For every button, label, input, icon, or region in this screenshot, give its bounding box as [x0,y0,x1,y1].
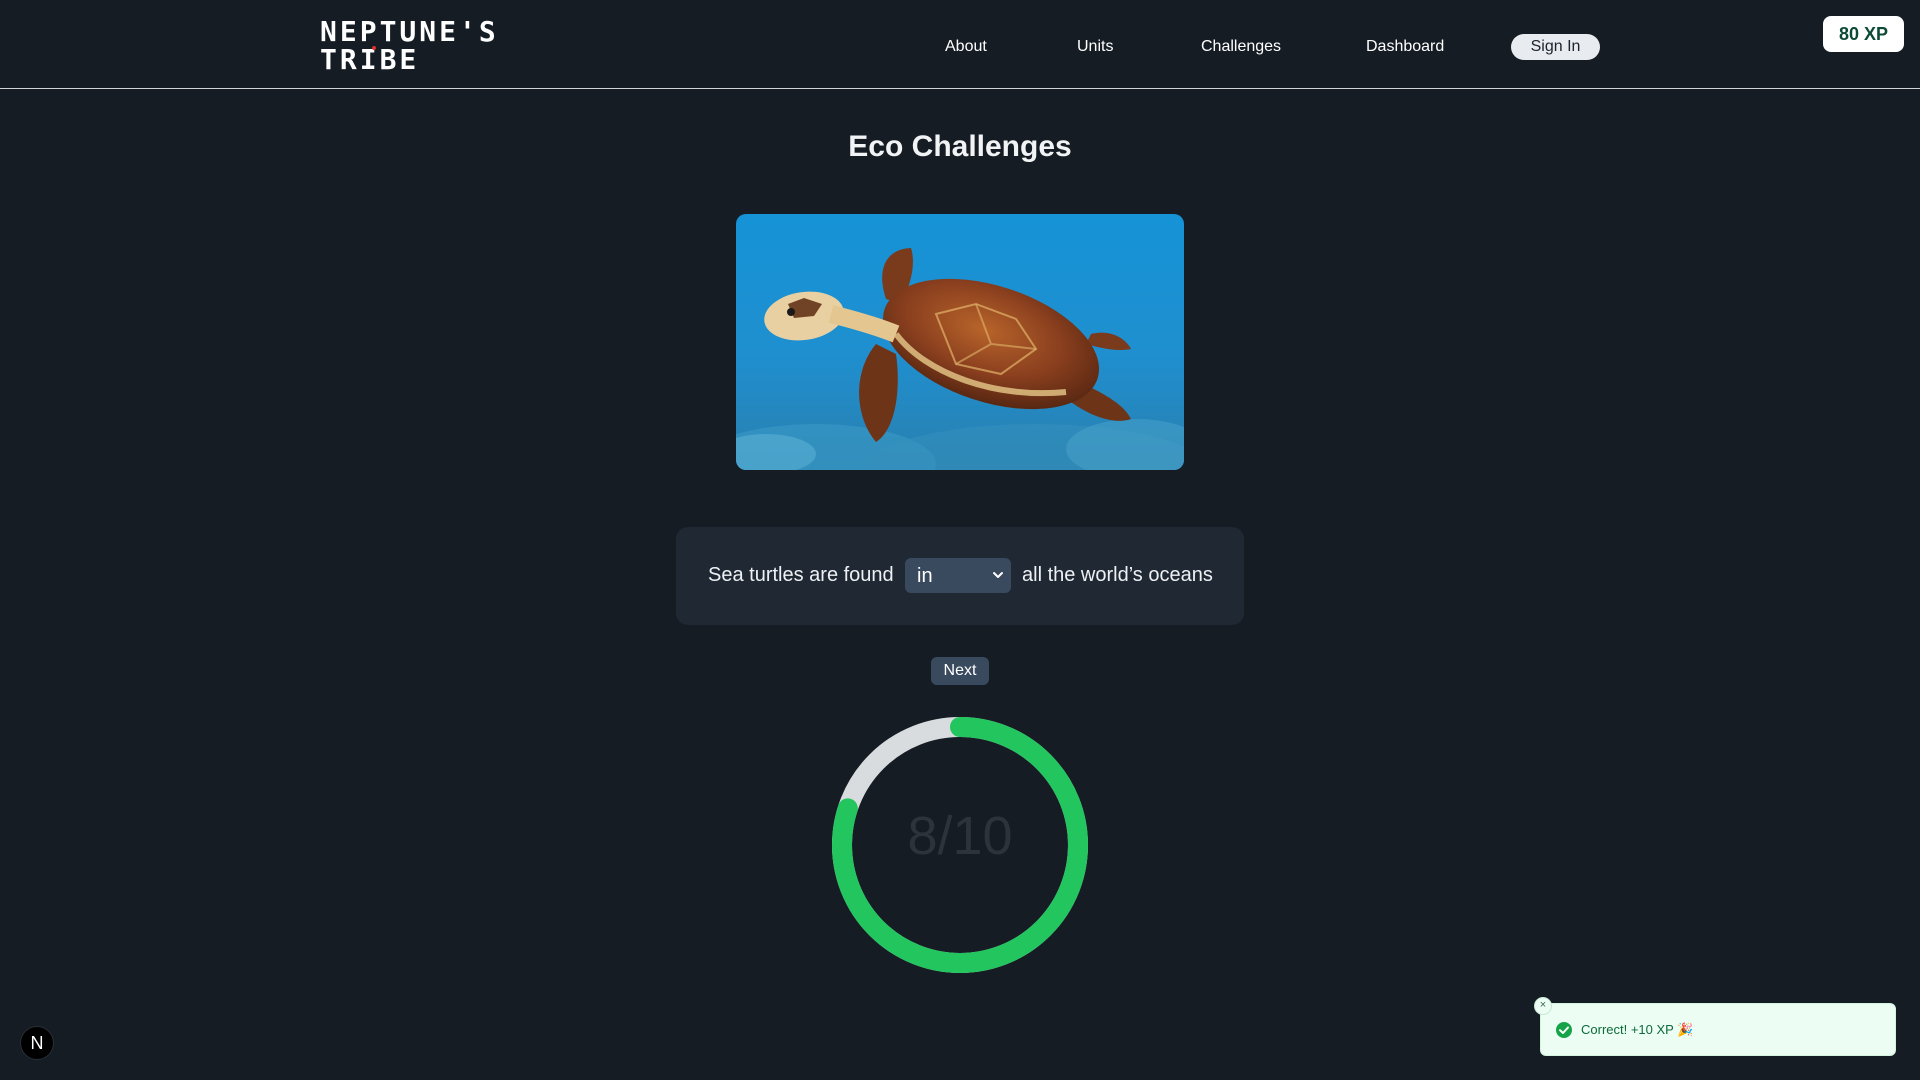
nav-link-units[interactable]: Units [1077,38,1113,56]
chevron-down-icon [993,572,1003,578]
sign-in-button[interactable]: Sign In [1511,34,1600,60]
question-card: Sea turtles are found in all the world’s… [676,527,1244,625]
site-header: NEPTUNE'S TRIBE About Units Challenges D… [0,0,1920,89]
nav-link-about[interactable]: About [945,38,987,56]
sea-turtle-photo [736,214,1184,470]
page-title: Eco Challenges [848,130,1072,163]
check-circle-icon [1556,1022,1572,1038]
progress-label: 8/10 [907,806,1013,866]
toast-message: Correct! +10 XP 🎉 [1581,1022,1694,1037]
answer-select[interactable]: in [905,558,1011,593]
nav-link-challenges[interactable]: Challenges [1201,38,1281,56]
toast-close-button[interactable]: × [1534,997,1552,1015]
nav-link-dashboard[interactable]: Dashboard [1366,38,1444,56]
xp-badge: 80 XP [1823,16,1904,52]
next-button[interactable]: Next [931,657,989,685]
answer-select-value: in [917,565,933,587]
question-prefix: Sea turtles are found [708,564,894,586]
question-suffix: all the world’s oceans [1022,564,1213,586]
devtools-badge[interactable]: N [20,1026,54,1060]
main-nav: About Units Challenges Dashboard [0,36,1920,60]
success-toast: Correct! +10 XP 🎉 [1540,1003,1896,1056]
